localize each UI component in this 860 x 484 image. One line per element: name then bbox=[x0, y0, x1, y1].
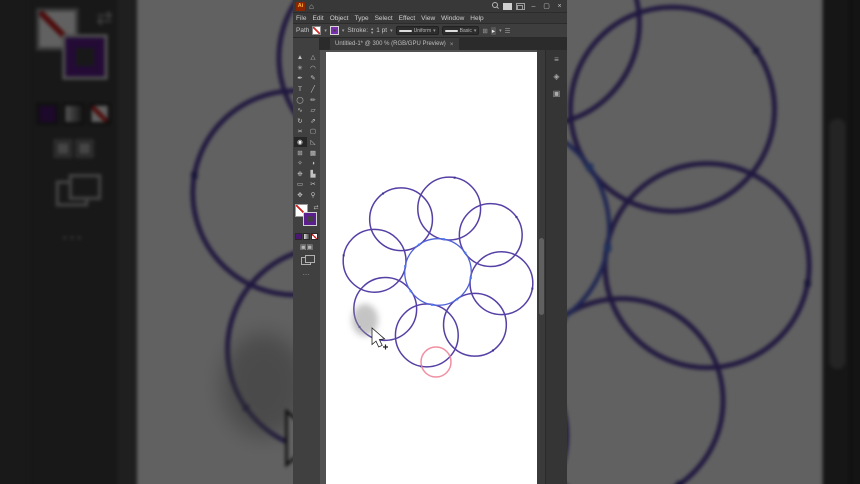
screen-mode-icon[interactable] bbox=[300, 255, 315, 266]
width-profile-preview-icon bbox=[398, 29, 412, 32]
fill-caret-icon[interactable]: ▾ bbox=[324, 28, 327, 34]
rotate-tool-icon[interactable]: ↻ bbox=[294, 116, 307, 127]
stroke-swatch[interactable] bbox=[302, 212, 317, 227]
recolor-grid-icon[interactable]: ⊞ bbox=[482, 27, 487, 35]
type-tool-icon[interactable]: T bbox=[294, 84, 307, 95]
gradient-tool-icon[interactable]: ▩ bbox=[307, 147, 320, 158]
free-transform-tool-icon[interactable]: ▢ bbox=[307, 126, 320, 137]
artboard-tool-icon[interactable]: ▭ bbox=[294, 179, 307, 190]
menu-bar: File Edit Object Type Select Effect View Window… bbox=[293, 13, 567, 24]
arrange-documents-icon[interactable] bbox=[503, 2, 512, 10]
line-segment-tool-icon[interactable]: ╱ bbox=[307, 84, 320, 95]
menu-select[interactable]: Select bbox=[375, 15, 393, 22]
menu-effect[interactable]: Effect bbox=[399, 15, 416, 22]
tools-panel: ▲ △ ✳ ◠ ✒ ✎ T ╱ ◯ ✏ ∿ ▱ ↻ ⇗ ≍ ▢ ◉ ◺ ⊞ ▩ ✧ ◑ ❉ ▙ ▭ ✂ ✥ ⚲ ⇄ ▣▣ … bbox=[293, 50, 320, 484]
hand-tool-icon[interactable]: ✥ bbox=[294, 190, 307, 201]
close-button[interactable]: × bbox=[555, 1, 564, 12]
shape-builder-tool-icon[interactable]: ◉ bbox=[293, 136, 307, 148]
paintbrush-tool-icon[interactable]: ✏ bbox=[307, 94, 320, 105]
variable-width-profile-dropdown[interactable]: Uniform ▾ bbox=[395, 26, 439, 35]
menu-object[interactable]: Object bbox=[330, 15, 349, 22]
ellipse-tool-icon[interactable]: ◯ bbox=[294, 94, 307, 105]
color-button[interactable] bbox=[295, 233, 302, 241]
properties-panel-icon[interactable]: ≡ bbox=[554, 55, 559, 64]
spiral-artwork bbox=[342, 176, 534, 378]
main-area: ▲ △ ✳ ◠ ✒ ✎ T ╱ ◯ ✏ ∿ ▱ ↻ ⇗ ≍ ▢ ◉ ◺ ⊞ ▩ ✧ ◑ ❉ ▙ ▭ ✂ ✥ ⚲ ⇄ ▣▣ … bbox=[293, 50, 567, 484]
width-profile-label: Uniform bbox=[413, 27, 432, 34]
swap-fill-stroke-icon[interactable]: ⇄ bbox=[313, 204, 318, 211]
workspace-switcher-icon[interactable] bbox=[516, 2, 525, 10]
stroke-color-swatch[interactable] bbox=[329, 26, 339, 35]
panel-dock: ≡ ◈ ▣ bbox=[545, 50, 567, 484]
stroke-caret-icon[interactable]: ▾ bbox=[342, 28, 345, 34]
shape-mode-caret-icon[interactable]: ▾ bbox=[499, 28, 502, 34]
width-tool-icon[interactable]: ≍ bbox=[294, 126, 307, 137]
app-logo-icon: Ai bbox=[296, 1, 305, 11]
artboard[interactable] bbox=[326, 52, 537, 484]
lasso-tool-icon[interactable]: ◠ bbox=[307, 63, 320, 74]
brush-definition-dropdown[interactable]: Basic ▾ bbox=[441, 26, 480, 35]
shaper-tool-icon[interactable]: ∿ bbox=[294, 105, 307, 116]
brush-label: Basic bbox=[459, 27, 472, 34]
libraries-panel-icon[interactable]: ◈ bbox=[553, 72, 559, 81]
tab-bar: Untitled-1* @ 300 % (RGB/GPU Preview) × bbox=[293, 38, 567, 50]
mesh-tool-icon[interactable]: ⊞ bbox=[294, 147, 307, 158]
menu-window[interactable]: Window bbox=[441, 15, 464, 22]
brush-preview-icon bbox=[444, 29, 458, 32]
draw-mode-icon[interactable]: ▣▣ bbox=[300, 244, 313, 251]
document-tab-title: Untitled-1* @ 300 % (RGB/GPU Preview) bbox=[335, 41, 446, 47]
screenshot-root: Ai ⌂ – ▢ × File Edit Object Type Select Effec… bbox=[0, 0, 860, 484]
scrollbar-thumb[interactable] bbox=[538, 238, 544, 315]
control-bar: Path ▾ ▾ Stroke: ▴ ▾ 1 pt ▾ Uniform ▾ Ba… bbox=[293, 24, 567, 38]
gradient-button[interactable] bbox=[303, 233, 310, 241]
selection-type-label: Path bbox=[296, 27, 310, 34]
document-tab[interactable]: Untitled-1* @ 300 % (RGB/GPU Preview) × bbox=[330, 38, 459, 50]
menu-help[interactable]: Help bbox=[470, 15, 483, 22]
maximize-button[interactable]: ▢ bbox=[542, 1, 551, 12]
stroke-weight-stepper[interactable]: ▴ ▾ bbox=[371, 26, 373, 35]
stroke-weight-value[interactable]: 1 pt bbox=[376, 27, 387, 34]
illustrator-window: Ai ⌂ – ▢ × File Edit Object Type Select Effec… bbox=[293, 0, 567, 484]
stroke-weight-caret-icon[interactable]: ▾ bbox=[390, 28, 393, 34]
eraser-tool-icon[interactable]: ▱ bbox=[307, 105, 320, 116]
symbol-sprayer-tool-icon[interactable]: ❉ bbox=[294, 169, 307, 180]
tools-grid: ▲ △ ✳ ◠ ✒ ✎ T ╱ ◯ ✏ ∿ ▱ ↻ ⇗ ≍ ▢ ◉ ◺ ⊞ ▩ ✧ ◑ ❉ ▙ ▭ ✂ ✥ ⚲ bbox=[293, 52, 320, 201]
menu-edit[interactable]: Edit bbox=[312, 15, 323, 22]
toolbar-header bbox=[293, 38, 320, 50]
curvature-tool-icon[interactable]: ✎ bbox=[307, 73, 320, 84]
artboards-panel-icon[interactable]: ▣ bbox=[553, 89, 561, 98]
magic-wand-tool-icon[interactable]: ✳ bbox=[294, 63, 307, 74]
minimize-button[interactable]: – bbox=[529, 1, 538, 12]
slice-tool-icon[interactable]: ✂ bbox=[307, 179, 320, 190]
pen-tool-icon[interactable]: ✒ bbox=[294, 73, 307, 84]
stepper-down-icon[interactable]: ▾ bbox=[371, 30, 373, 35]
color-mode-buttons bbox=[295, 233, 318, 241]
document-tab-close-icon[interactable]: × bbox=[450, 41, 454, 48]
shape-mode-icon[interactable]: ▸ bbox=[490, 26, 497, 35]
menu-file[interactable]: File bbox=[296, 15, 306, 22]
home-icon[interactable]: ⌂ bbox=[309, 2, 314, 11]
brush-caret-icon[interactable]: ▾ bbox=[474, 28, 477, 34]
width-profile-caret-icon[interactable]: ▾ bbox=[433, 28, 436, 34]
eyedropper-tool-icon[interactable]: ✧ bbox=[294, 158, 307, 169]
menu-view[interactable]: View bbox=[421, 15, 435, 22]
search-icon[interactable] bbox=[491, 2, 499, 10]
menu-type[interactable]: Type bbox=[354, 15, 368, 22]
blend-tool-icon[interactable]: ◑ bbox=[307, 158, 320, 169]
none-button[interactable] bbox=[311, 233, 318, 241]
direct-selection-tool-icon[interactable]: △ bbox=[307, 52, 320, 63]
column-graph-tool-icon[interactable]: ▙ bbox=[307, 169, 320, 180]
zoom-tool-icon[interactable]: ⚲ bbox=[307, 190, 320, 201]
fill-color-swatch[interactable] bbox=[312, 26, 322, 35]
selection-tool-icon[interactable]: ▲ bbox=[294, 52, 307, 63]
vertical-scrollbar[interactable] bbox=[537, 50, 545, 484]
title-bar: Ai ⌂ – ▢ × bbox=[293, 0, 567, 13]
panel-menu-icon[interactable]: ☰ bbox=[505, 27, 511, 35]
edit-toolbar-icon[interactable]: … bbox=[303, 270, 311, 277]
scale-tool-icon[interactable]: ⇗ bbox=[307, 116, 320, 127]
stroke-label: Stroke: bbox=[347, 27, 368, 34]
fill-stroke-indicator: ⇄ bbox=[294, 204, 319, 230]
canvas-pasteboard[interactable] bbox=[320, 50, 537, 484]
perspective-grid-tool-icon[interactable]: ◺ bbox=[307, 137, 320, 148]
